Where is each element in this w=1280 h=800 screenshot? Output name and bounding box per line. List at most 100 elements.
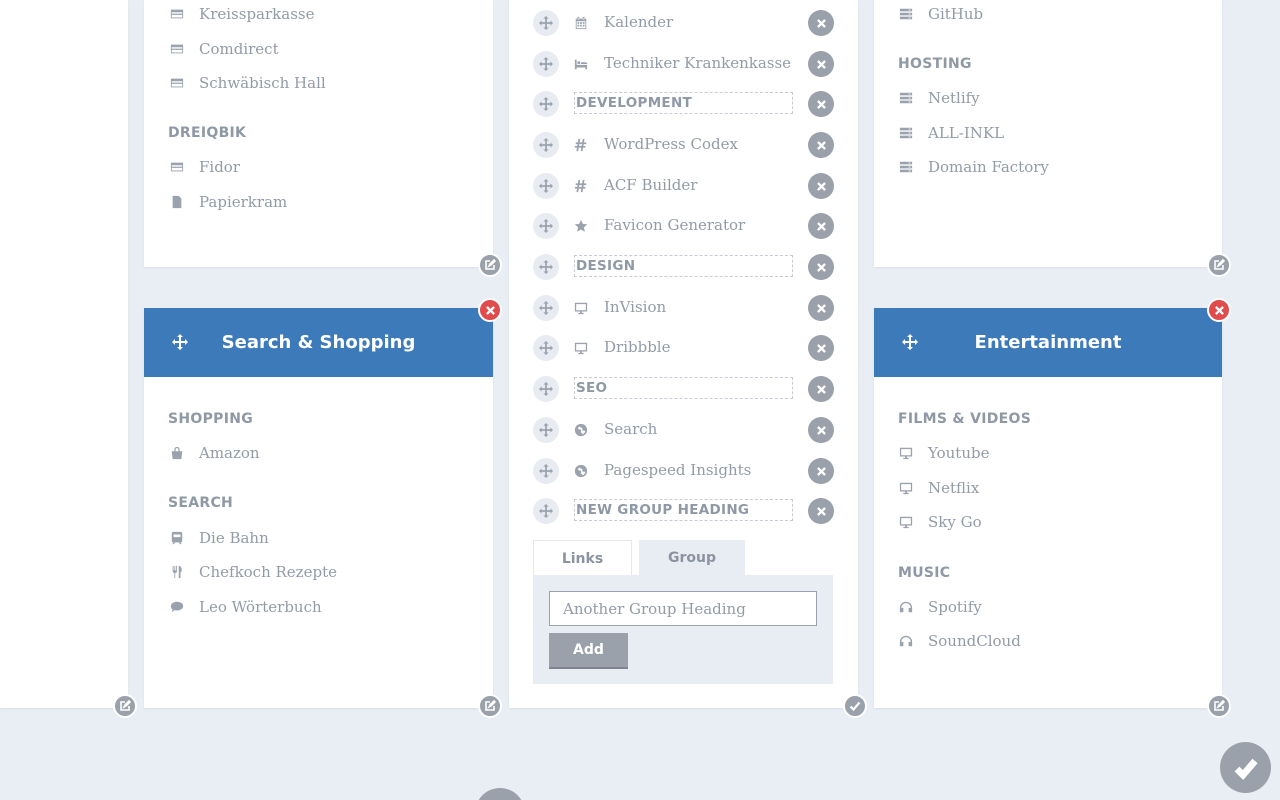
- editor-row: Techniker Krankenkasse: [533, 51, 834, 77]
- row-label[interactable]: Search: [604, 420, 657, 438]
- heading-field[interactable]: SEO: [574, 377, 793, 399]
- drag-handle[interactable]: [533, 376, 559, 402]
- save-layout-button[interactable]: [1220, 742, 1271, 793]
- link-label: GitHub: [928, 5, 984, 23]
- remove-row-button[interactable]: [808, 91, 834, 117]
- remove-row-button[interactable]: [808, 10, 834, 36]
- row-label[interactable]: Dribbble: [604, 338, 670, 356]
- hashtag-icon: [573, 178, 589, 194]
- monitor-icon: [897, 480, 915, 496]
- editor-heading-row: SEO: [533, 376, 834, 402]
- link-item[interactable]: Chefkoch Rezepte: [168, 563, 337, 581]
- close-icon: [817, 304, 826, 313]
- link-label: ALL-INKL: [928, 124, 1005, 142]
- heading-field[interactable]: NEW GROUP HEADING: [574, 499, 793, 521]
- remove-row-button[interactable]: [808, 132, 834, 158]
- link-item[interactable]: SoundCloud: [897, 632, 1021, 650]
- drag-handle[interactable]: [533, 132, 559, 158]
- drag-handle[interactable]: [533, 417, 559, 443]
- editor-row: InVision: [533, 295, 834, 321]
- drag-handle[interactable]: [533, 91, 559, 117]
- row-label[interactable]: Pagespeed Insights: [604, 461, 751, 479]
- entertainment-header: Entertainment: [874, 308, 1222, 377]
- hashtag-icon: [573, 137, 589, 153]
- document-icon: [168, 194, 186, 210]
- remove-row-button[interactable]: [808, 458, 834, 484]
- link-item[interactable]: Kreissparkasse: [168, 5, 314, 23]
- row-label[interactable]: InVision: [604, 298, 666, 316]
- remove-row-button[interactable]: [808, 417, 834, 443]
- edit-card-button[interactable]: [478, 694, 502, 718]
- link-item[interactable]: Sky Go: [897, 513, 982, 531]
- link-item[interactable]: Spotify: [897, 598, 982, 616]
- link-item[interactable]: Netlify: [897, 89, 980, 107]
- row-label[interactable]: Techniker Krankenkasse: [604, 54, 791, 72]
- remove-row-button[interactable]: [808, 173, 834, 199]
- heading-field[interactable]: DESIGN: [574, 255, 793, 277]
- row-label[interactable]: WordPress Codex: [604, 135, 738, 153]
- confirm-card-button[interactable]: [843, 694, 867, 718]
- link-item[interactable]: GitHub: [897, 5, 983, 23]
- link-item[interactable]: Fidor: [168, 158, 240, 176]
- drag-handle[interactable]: [533, 10, 559, 36]
- remove-row-button[interactable]: [808, 335, 834, 361]
- link-item[interactable]: Die Bahn: [168, 529, 269, 547]
- remove-row-button[interactable]: [808, 51, 834, 77]
- bed-icon: [573, 56, 589, 72]
- delete-panel-button[interactable]: [1207, 298, 1231, 322]
- link-label: Netflix: [928, 479, 980, 497]
- row-label[interactable]: ACF Builder: [604, 176, 697, 194]
- drag-handle[interactable]: [533, 295, 559, 321]
- drag-handle[interactable]: [533, 213, 559, 239]
- link-item[interactable]: Papierkram: [168, 193, 287, 211]
- move-icon: [539, 260, 553, 274]
- drag-handle[interactable]: [533, 335, 559, 361]
- close-icon: [486, 306, 495, 315]
- edit-card-button[interactable]: [1207, 694, 1231, 718]
- move-icon[interactable]: [172, 334, 188, 350]
- link-item[interactable]: Comdirect: [168, 40, 279, 58]
- delete-panel-button[interactable]: [478, 298, 502, 322]
- link-item[interactable]: Youtube: [897, 444, 989, 462]
- link-item[interactable]: ALL-INKL: [897, 124, 1004, 142]
- close-icon: [817, 60, 826, 69]
- edit-card-button[interactable]: [1207, 253, 1231, 277]
- editor-row: WordPress Codex: [533, 132, 834, 158]
- monitor-icon: [897, 514, 915, 530]
- drag-handle[interactable]: [533, 173, 559, 199]
- move-icon[interactable]: [902, 334, 918, 350]
- remove-row-button[interactable]: [808, 254, 834, 280]
- edit-card-button[interactable]: [113, 694, 137, 718]
- edit-card-button[interactable]: [478, 253, 502, 277]
- link-item[interactable]: Amazon: [168, 444, 260, 462]
- link-item[interactable]: Schwäbisch Hall: [168, 74, 326, 92]
- drag-handle[interactable]: [533, 51, 559, 77]
- remove-row-button[interactable]: [808, 295, 834, 321]
- remove-row-button[interactable]: [808, 213, 834, 239]
- panel-title: Search & Shopping: [221, 332, 416, 353]
- drag-handle[interactable]: [533, 254, 559, 280]
- link-item[interactable]: Leo Wörterbuch: [168, 598, 322, 616]
- add-button[interactable]: Add: [549, 633, 628, 667]
- star-icon: [573, 218, 589, 234]
- move-icon: [539, 423, 553, 437]
- tab-group[interactable]: Group: [639, 540, 745, 576]
- row-label[interactable]: Kalender: [604, 13, 673, 31]
- remove-row-button[interactable]: [808, 498, 834, 524]
- drag-handle[interactable]: [533, 458, 559, 484]
- editor-row: Pagespeed Insights: [533, 458, 834, 484]
- add-panel-button[interactable]: [475, 788, 525, 800]
- globe-icon: [573, 422, 589, 438]
- group-heading-input[interactable]: [549, 591, 817, 626]
- heading-field[interactable]: DEVELOPMENT: [574, 92, 793, 114]
- link-item[interactable]: Domain Factory: [897, 158, 1049, 176]
- train-icon: [168, 530, 186, 546]
- tab-links[interactable]: Links: [533, 540, 632, 576]
- link-item[interactable]: Netflix: [897, 479, 979, 497]
- row-label[interactable]: Favicon Generator: [604, 216, 745, 234]
- credit-card-icon: [168, 6, 186, 22]
- remove-row-button[interactable]: [808, 376, 834, 402]
- drag-handle[interactable]: [533, 498, 559, 524]
- editor-row: Dribbble: [533, 335, 834, 361]
- move-icon: [539, 341, 553, 355]
